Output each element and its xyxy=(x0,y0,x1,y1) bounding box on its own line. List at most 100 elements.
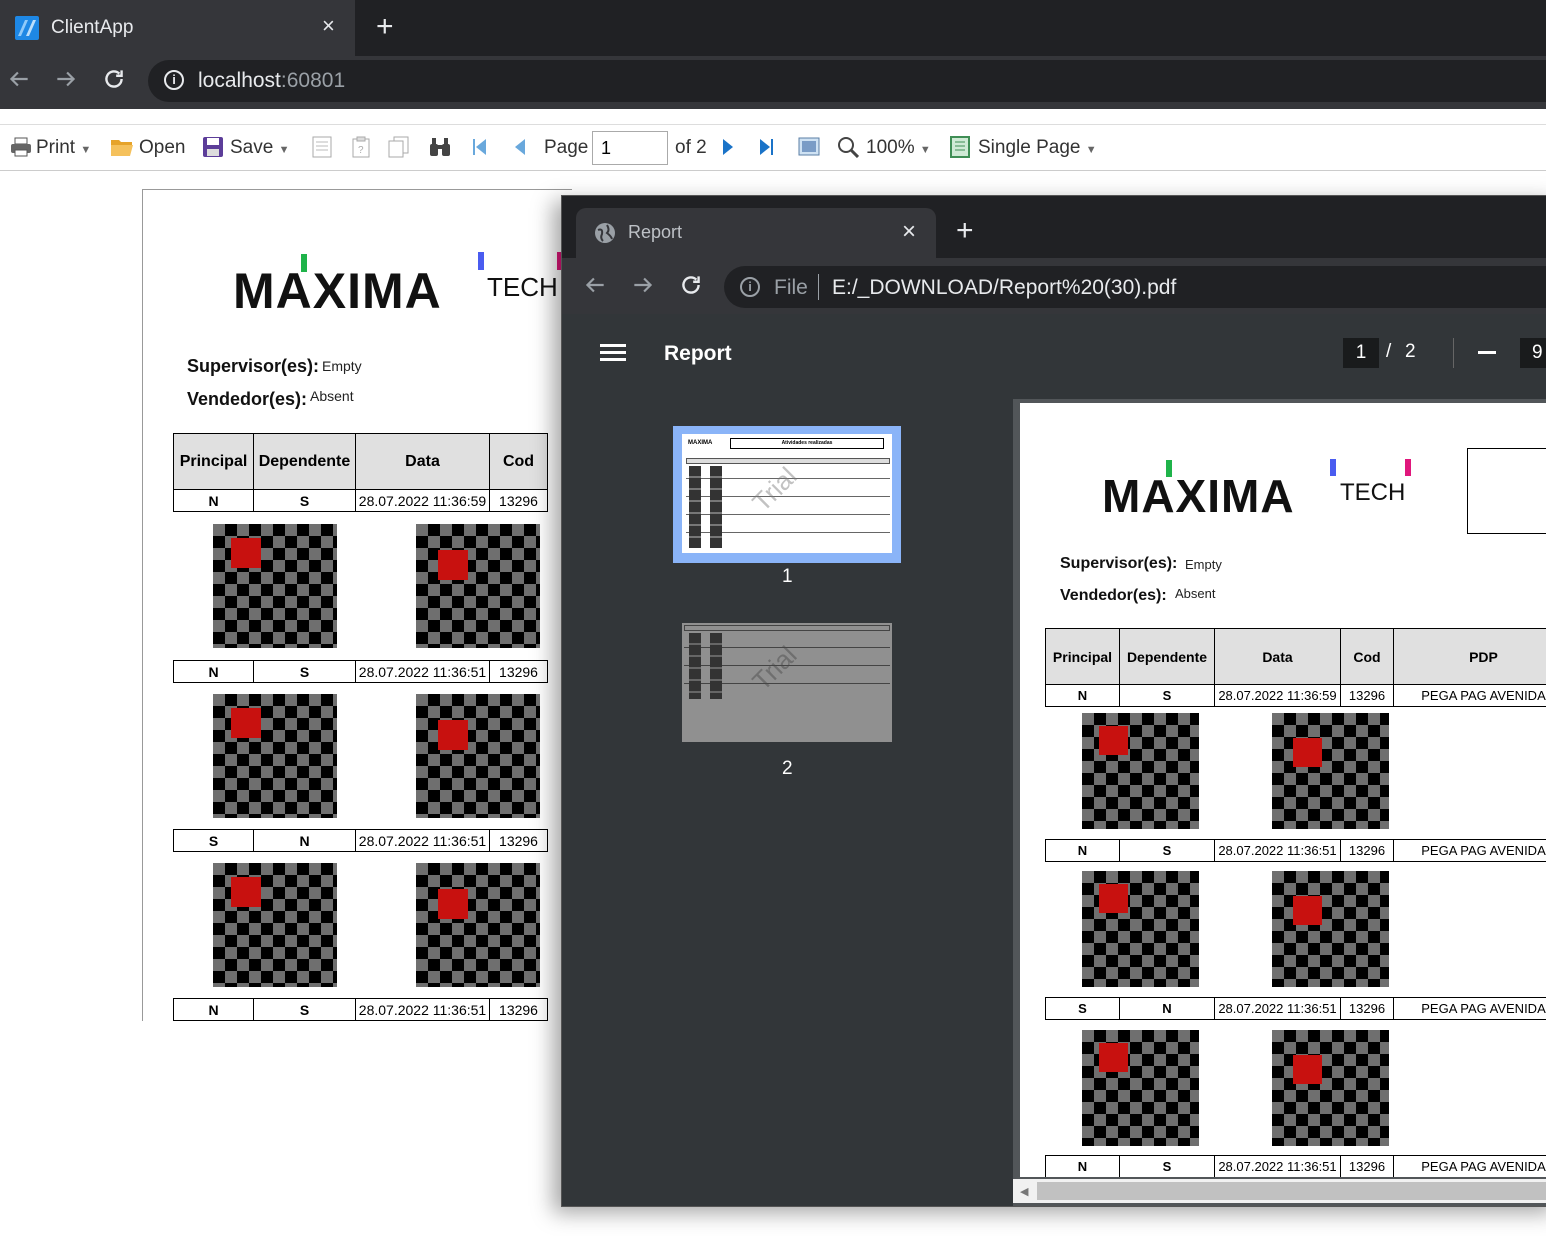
cell-dependente: S xyxy=(253,489,356,512)
tab-close-icon[interactable]: × xyxy=(322,13,335,39)
cell-principal: N xyxy=(173,998,254,1021)
chevron-down-icon: ▼ xyxy=(80,144,92,156)
cell-dependente: N xyxy=(1119,997,1215,1020)
previous-page-icon[interactable] xyxy=(513,136,527,163)
supervisor-label: Supervisor(es): xyxy=(1060,555,1178,572)
cell-dependente: S xyxy=(1119,684,1215,707)
scrollbar-thumb[interactable] xyxy=(1037,1182,1546,1200)
folder-open-icon[interactable] xyxy=(110,136,134,163)
photo-thumbnail[interactable] xyxy=(1082,713,1199,829)
clipboard-icon[interactable]: ? xyxy=(352,136,370,163)
first-page-icon[interactable] xyxy=(471,136,489,163)
thumbnail-table-header xyxy=(686,458,890,464)
address-bar[interactable]: i localhost:60801 xyxy=(148,60,1546,102)
logo-tech-text: TECH xyxy=(487,272,558,302)
reload-icon[interactable] xyxy=(678,272,704,303)
photo-thumbnail[interactable] xyxy=(1082,1030,1199,1146)
cell-principal: N xyxy=(173,489,254,512)
new-tab-button[interactable]: + xyxy=(376,10,394,44)
pdf-tab-close-icon[interactable]: × xyxy=(902,218,916,246)
thumbnail-logo: MAXIMA xyxy=(688,440,713,446)
photo-thumbnail[interactable] xyxy=(416,524,540,648)
column-header: Principal xyxy=(1045,628,1120,685)
photo-thumbnail[interactable] xyxy=(213,524,337,648)
cell-principal: N xyxy=(1045,684,1120,707)
column-header: Cod xyxy=(489,433,548,490)
copy-pages-icon[interactable] xyxy=(388,136,410,163)
view-mode-dropdown[interactable]: Single Page ▼ xyxy=(978,137,1097,159)
zoom-level-input[interactable]: 9 xyxy=(1520,338,1546,368)
cell-pdp: PEGA PAG AVENIDA xyxy=(1393,1155,1546,1177)
photo-thumbnail[interactable] xyxy=(1272,713,1389,829)
pdf-new-tab-button[interactable]: + xyxy=(956,214,974,248)
page-count: of 2 xyxy=(675,137,707,158)
single-page-icon[interactable] xyxy=(950,136,970,163)
zoom-magnifier-icon[interactable] xyxy=(837,136,860,163)
browser-tab-clientapp[interactable]: ClientApp × xyxy=(0,0,355,56)
logo-text: MAXIMA xyxy=(1102,470,1295,522)
table-row: N S 28.07.2022 11:36:51 13296 xyxy=(173,998,548,1021)
back-arrow-icon[interactable] xyxy=(6,66,32,99)
site-info-icon[interactable]: i xyxy=(164,70,184,90)
cell-data: 28.07.2022 11:36:51 xyxy=(1214,1155,1341,1177)
open-button[interactable]: Open xyxy=(139,137,185,159)
page-number-input[interactable] xyxy=(592,131,668,165)
binoculars-icon[interactable] xyxy=(428,136,452,163)
chevron-down-icon: ▼ xyxy=(278,144,290,156)
forward-arrow-icon[interactable] xyxy=(53,66,79,99)
report-page: MAXIMA TECH Supervisor(es): Empty Vended… xyxy=(142,189,572,1021)
pdf-tabstrip: Report × + xyxy=(562,196,1546,258)
full-screen-icon[interactable] xyxy=(798,136,820,163)
save-button[interactable]: Save ▼ xyxy=(230,137,289,159)
cell-cod: 13296 xyxy=(1340,684,1394,707)
thumbnail-table-header xyxy=(684,625,890,631)
zoom-out-icon[interactable] xyxy=(1478,351,1496,354)
photo-thumbnail[interactable] xyxy=(416,694,540,818)
report-toolbar: Print ▼ Open Save ▼ ? Page of 2 100% ▼ S xyxy=(0,124,1546,171)
pdf-document-area[interactable]: MAXIMA TECH Supervisor(es): Empty Vended… xyxy=(1013,399,1546,1206)
forward-arrow-icon[interactable] xyxy=(630,272,656,303)
table-row: N S 28.07.2022 11:36:51 13296 xyxy=(173,660,548,683)
current-page-input[interactable]: 1 xyxy=(1343,338,1379,368)
back-arrow-icon[interactable] xyxy=(582,272,608,303)
hamburger-menu-icon[interactable] xyxy=(600,342,626,369)
cell-principal: S xyxy=(173,829,254,852)
pdf-browser-tab[interactable]: Report × xyxy=(576,208,936,258)
save-disk-icon[interactable] xyxy=(202,136,224,163)
vendedor-value: Absent xyxy=(1175,586,1216,601)
photo-thumbnail[interactable] xyxy=(1272,1030,1389,1146)
page-separator: / xyxy=(1386,341,1392,362)
photo-thumbnail[interactable] xyxy=(1082,871,1199,987)
logo-tech-text: TECH xyxy=(1340,479,1406,506)
thumbnail-page-2[interactable]: Trial xyxy=(682,623,892,742)
photo-thumbnail[interactable] xyxy=(213,863,337,987)
printer-icon[interactable] xyxy=(10,136,32,163)
print-button[interactable]: Print ▼ xyxy=(36,137,91,159)
site-info-icon[interactable]: i xyxy=(740,277,760,297)
cell-cod: 13296 xyxy=(489,660,548,683)
photo-thumbnail[interactable] xyxy=(213,694,337,818)
logo-accent-pink xyxy=(1405,459,1411,476)
next-page-icon[interactable] xyxy=(721,136,735,163)
zoom-dropdown[interactable]: 100% ▼ xyxy=(866,137,931,159)
pdf-address-bar[interactable]: i File E:/_DOWNLOAD/Report%20(30).pdf xyxy=(724,266,1546,308)
photo-thumbnail[interactable] xyxy=(1272,871,1389,987)
column-header: Principal xyxy=(173,433,254,490)
address-text: localhost:60801 xyxy=(198,69,345,93)
photo-thumbnail[interactable] xyxy=(416,863,540,987)
chevron-down-icon: ▼ xyxy=(1085,144,1097,156)
svg-text:?: ? xyxy=(358,145,364,156)
scroll-left-arrow-icon[interactable]: ◀ xyxy=(1020,1185,1028,1198)
document-icon[interactable] xyxy=(312,136,332,163)
last-page-icon[interactable] xyxy=(757,136,775,163)
cell-cod: 13296 xyxy=(1340,997,1394,1020)
address-scheme: File xyxy=(774,276,808,299)
app-logo-icon xyxy=(15,16,39,40)
reload-icon[interactable] xyxy=(101,66,127,99)
toolbar-divider xyxy=(1453,338,1454,368)
horizontal-scrollbar[interactable]: ◀ xyxy=(1013,1179,1546,1203)
thumbnail-page-1[interactable]: MAXIMA Atividades realizadas Trial xyxy=(673,426,901,563)
cell-cod: 13296 xyxy=(489,829,548,852)
total-pages: 2 xyxy=(1405,341,1416,362)
cell-pdp: PEGA PAG AVENIDA xyxy=(1393,997,1546,1020)
